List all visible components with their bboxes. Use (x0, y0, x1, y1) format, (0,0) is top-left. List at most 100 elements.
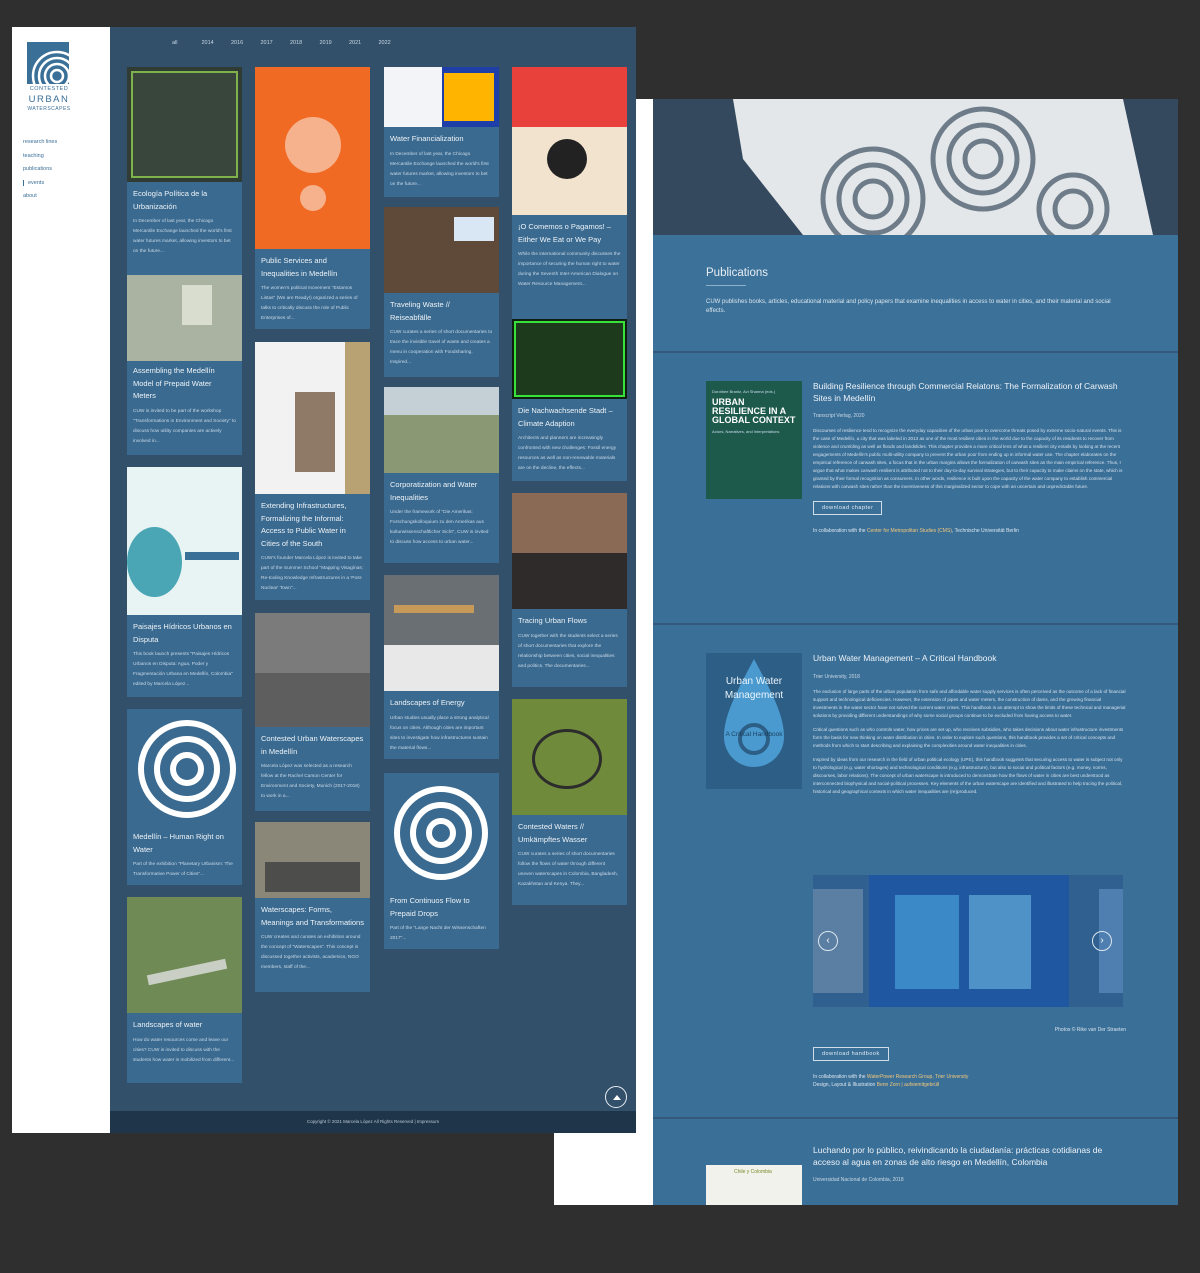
filter-2019[interactable]: 2019 (320, 40, 350, 46)
book-cover[interactable]: Chile y Colombia (706, 1165, 802, 1205)
main-nav: research lines teaching publications eve… (23, 139, 57, 207)
event-card[interactable]: From Continuos Flow to Prepaid Drops Par… (384, 773, 499, 949)
event-title[interactable]: Contested Waters // Umkämpftes Wasser (512, 815, 627, 846)
event-card[interactable]: Landscapes of water How do water resourc… (127, 897, 242, 1083)
event-title[interactable]: Ecología Política de la Urbanización (127, 182, 242, 213)
event-description: CUW curates a series of short documentar… (518, 852, 618, 887)
nav-publications[interactable]: publications (23, 166, 57, 172)
entry-title[interactable]: Building Resilience through Commercial R… (813, 381, 1126, 404)
book-cover[interactable]: Dorothee Brantz, Avi Sharma (eds.) URBAN… (706, 381, 802, 499)
event-poster (127, 467, 242, 615)
event-description: CUW creates and curates an exhibition ar… (261, 935, 361, 970)
event-title[interactable]: Tracing Urban Flows (512, 609, 627, 628)
entry-actions: download handbook In collaboration with … (813, 1037, 1126, 1089)
waterpower-link[interactable]: WaterPower Research Group, Trier Univers… (867, 1074, 969, 1080)
title-divider (706, 285, 746, 286)
entry-design-credit: Design, Layout & Illustration Benn Zorn … (813, 1081, 1126, 1089)
event-card[interactable]: Water Financialization In December of la… (384, 67, 499, 197)
entry-abstract: Discourses of resilience tend to recogni… (813, 428, 1123, 489)
event-photo (512, 493, 627, 609)
download-handbook-button[interactable]: download handbook (813, 1047, 889, 1061)
event-description: Urban studies usually place a strong ana… (390, 715, 489, 751)
event-title[interactable]: Extending Infrastructures, Formalizing t… (255, 494, 370, 550)
cover-title: URBAN RESILIENCE IN A GLOBAL CONTEXT (712, 397, 796, 425)
event-description: Part of the "Lange Nacht der Wissenschaf… (390, 926, 486, 941)
filter-2017[interactable]: 2017 (261, 40, 291, 46)
filter-2021[interactable]: 2021 (349, 40, 379, 46)
nav-research-lines[interactable]: research lines (23, 139, 57, 145)
event-title[interactable]: Paisajes Hídricos Urbanos en Disputa (127, 615, 242, 646)
event-description: CUW curates a series of short documentar… (390, 330, 493, 365)
event-card[interactable]: Medellín – Human Right on Water Part of … (127, 709, 242, 885)
designer-link[interactable]: Benn Zorn | aufsiemitgebrüll (877, 1082, 939, 1088)
nav-teaching[interactable]: teaching (23, 153, 57, 159)
event-card[interactable]: Tracing Urban Flows CUW together with th… (512, 493, 627, 687)
book-cover[interactable]: Urban Water Management A Critical Handbo… (706, 653, 802, 789)
site-logo[interactable]: CONTESTED URBAN WATERSCAPES (27, 42, 71, 112)
event-card[interactable]: Die Nachwachsende Stadt – Climate Adapti… (512, 319, 627, 481)
event-title[interactable]: Corporatization and Water Inequalities (384, 473, 499, 504)
event-title[interactable]: Assembling the Medellín Model of Prepaid… (127, 361, 242, 403)
event-title[interactable]: Water Financialization (384, 127, 499, 146)
event-card[interactable]: Waterscapes: Forms, Meanings and Transfo… (255, 822, 370, 992)
entry-title[interactable]: Luchando por lo público, reivindicando l… (813, 1145, 1126, 1168)
event-title[interactable]: From Continuos Flow to Prepaid Drops (384, 889, 499, 920)
event-card[interactable]: Public Services and Inequalities in Mede… (255, 67, 370, 329)
event-title[interactable]: Public Services and Inequalities in Mede… (255, 249, 370, 280)
event-photo (384, 207, 499, 293)
event-title[interactable]: Medellín – Human Right on Water (127, 825, 242, 856)
entry-title[interactable]: Urban Water Management – A Critical Hand… (813, 653, 1126, 665)
image-carousel[interactable]: ‹ › (813, 875, 1123, 1007)
event-title[interactable]: Landscapes of Energy (384, 691, 499, 710)
event-poster (255, 342, 370, 494)
handbook-page-image (969, 895, 1031, 989)
event-card[interactable]: Ecología Política de la Urbanización In … (127, 67, 242, 289)
event-card[interactable]: Extending Infrastructures, Formalizing t… (255, 342, 370, 600)
cms-link[interactable]: Center for Metropolitan Studies (CMS) (867, 528, 952, 534)
filter-2022[interactable]: 2022 (379, 40, 409, 46)
nav-about[interactable]: about (23, 193, 57, 199)
publication-entry: Chile y Colombia Luchando por lo público… (653, 1117, 1178, 1205)
nav-events[interactable]: events (23, 179, 57, 186)
event-description: CUW's founder Marcela López is invited t… (261, 556, 364, 591)
event-graphic (384, 773, 499, 889)
event-photo (384, 575, 499, 691)
cover-title: Urban Water Management (724, 676, 784, 701)
event-card[interactable]: Contested Urban Waterscapes in Medellín … (255, 613, 370, 811)
entry-abstract-1: The exclusion of large parts of the urba… (813, 688, 1126, 718)
filter-2014[interactable]: 2014 (202, 40, 232, 46)
event-description: How do water resources come and leave ou… (133, 1037, 235, 1063)
carousel-slide (869, 875, 1069, 1007)
chevron-right-icon[interactable]: › (1092, 931, 1112, 951)
chevron-left-icon[interactable]: ‹ (818, 931, 838, 951)
filter-2018[interactable]: 2018 (290, 40, 320, 46)
scroll-to-top-icon[interactable] (605, 1086, 627, 1108)
filter-2016[interactable]: 2016 (231, 40, 261, 46)
event-title[interactable]: Traveling Waste // Reiseabfälle (384, 293, 499, 324)
event-card[interactable]: ¡O Comemos o Pagamos! – Either We Eat or… (512, 67, 627, 335)
event-title[interactable]: Landscapes of water (127, 1013, 242, 1032)
filter-all[interactable]: all (172, 40, 202, 46)
entry-abstract-3: Inspired by ideas from our research in t… (813, 756, 1123, 794)
download-chapter-button[interactable]: download chapter (813, 501, 883, 515)
event-card[interactable]: Paisajes Hídricos Urbanos en Disputa Thi… (127, 467, 242, 697)
event-description: This book launch presents "Paisajes Hídr… (133, 652, 233, 687)
event-description: While the international community discus… (518, 252, 621, 287)
event-title[interactable]: Die Nachwachsende Stadt – Climate Adapti… (512, 399, 627, 430)
event-card[interactable]: Contested Waters // Umkämpftes Wasser CU… (512, 699, 627, 905)
event-title[interactable]: Contested Urban Waterscapes in Medellín (255, 727, 370, 758)
entry-collaboration: In collaboration with the Center for Met… (813, 527, 1126, 535)
event-card[interactable]: Traveling Waste // Reiseabfälle CUW cura… (384, 207, 499, 377)
event-card[interactable]: Landscapes of Energy Urban studies usual… (384, 575, 499, 759)
event-card[interactable]: Assembling the Medellín Model of Prepaid… (127, 275, 242, 455)
event-title[interactable]: ¡O Comemos o Pagamos! – Either We Eat or… (512, 215, 627, 246)
event-card[interactable]: Corporatization and Water Inequalities U… (384, 387, 499, 563)
event-title[interactable]: Waterscapes: Forms, Meanings and Transfo… (255, 898, 370, 929)
event-poster (512, 319, 627, 399)
cover-subtitle: Actors, Narratives, and Interpretations (712, 429, 780, 434)
credit-prefix: Design, Layout & Illustration (813, 1082, 877, 1088)
site-footer: Copyright © 2021 Marcela López All Right… (110, 1111, 636, 1133)
event-photo (384, 387, 499, 473)
events-page: CONTESTED URBAN WATERSCAPES research lin… (12, 27, 636, 1133)
collab-prefix: In collaboration with the (813, 528, 867, 534)
